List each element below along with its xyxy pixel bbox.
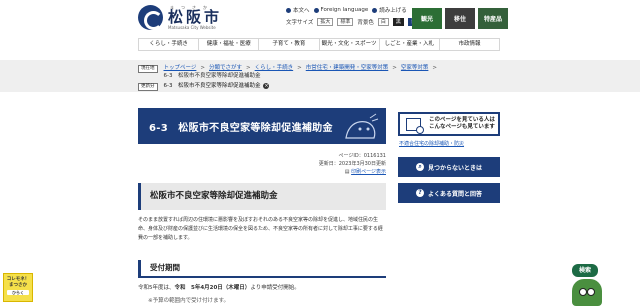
globe-icon [313, 7, 319, 13]
gnav-city-info[interactable]: 市政情報 [440, 39, 501, 50]
foreign-language-link[interactable]: Foreign language [313, 7, 368, 13]
mascot-icon [572, 279, 602, 306]
gnav-childcare[interactable]: 子育て・教育 [259, 39, 320, 50]
related-pages-box[interactable]: このページを見ている人は こんなページも見ています [398, 112, 500, 136]
print-link[interactable]: 印刷ページ表示 [351, 169, 386, 175]
magnifier-page-icon [406, 117, 424, 134]
breadcrumb-vacant-house[interactable]: 空家等対策 [401, 64, 429, 72]
breadcrumb-current: 6-3 松阪市不良空家等除却促進補助金 [163, 73, 261, 79]
bg-color-label: 背景色 [357, 20, 374, 26]
breadcrumb-top[interactable]: トップページ [164, 64, 197, 72]
history-tag: 更新分 [138, 83, 158, 91]
search-icon: ⌕ [416, 163, 424, 171]
period-note: ※予算の範囲内で受け付けます。 [148, 298, 230, 304]
font-size-label: 文字サイズ [286, 20, 314, 26]
period-text: 令和5年度は、令和 5年4月20日（木曜日）より申請受付開始。 [138, 285, 300, 291]
city-emblem-icon [138, 5, 163, 30]
photo-nav: 観光 移住 特産品 [412, 8, 508, 29]
breadcrumb-separator: > [297, 65, 302, 71]
photo-nav-products[interactable]: 特産品 [478, 8, 508, 29]
photo-nav-tourism[interactable]: 観光 [412, 8, 442, 29]
arrow-icon [286, 7, 291, 13]
bg-black-button[interactable]: 黒 [392, 18, 404, 26]
updated-date: 更新日：2023年3月30日更新 [318, 161, 386, 167]
bg-white-button[interactable]: 白 [377, 18, 389, 26]
font-enlarge-button[interactable]: 拡大 [317, 18, 334, 26]
history-page[interactable]: 6-3 松阪市不良空家等除却促進補助金 [164, 82, 261, 90]
gnav-living[interactable]: くらし・手続き [138, 39, 200, 50]
period-heading: 受付期間 [138, 260, 386, 278]
breadcrumb-separator: > [432, 65, 437, 71]
breadcrumb-separator: > [200, 65, 205, 71]
coremone-badge[interactable]: コレモネ！ まつさか ひらく [3, 273, 33, 302]
font-standard-button[interactable]: 標準 [337, 18, 354, 26]
section-title-text: 松阪市不良空家等除却促進補助金 [150, 191, 278, 201]
gnav-tourism[interactable]: 観光・文化・スポーツ [320, 39, 380, 50]
section-heading: 松阪市不良空家等除却促進補助金 [138, 183, 386, 210]
page-id: ページID：0116131 [338, 153, 387, 159]
breadcrumb: 現在地 トップページ > 分類でさがす > くらし・手続き > 市営住宅・建築開… [0, 60, 640, 92]
mascot-illustration-icon [345, 113, 379, 139]
logo-name: 松阪市 [168, 7, 223, 26]
breadcrumb-separator: > [392, 65, 397, 71]
close-icon[interactable]: × [263, 83, 270, 89]
logo-english: Matsusaka City Website [168, 24, 216, 30]
printer-icon: ▤ [344, 169, 350, 175]
site-header: まつさか 松阪市 Matsusaka City Website 本文へ Fore… [0, 0, 640, 36]
search-mascot-button[interactable]: 検索 [568, 264, 608, 306]
page-title: 6-3 松阪市不良空家等除却促進補助金 [149, 122, 333, 134]
period-date: 令和 5年4月20日（木曜日） [174, 285, 251, 291]
page-meta: ページID：0116131 更新日：2023年3月30日更新 ▤ 印刷ページ表示 [300, 152, 386, 176]
breadcrumb-living[interactable]: くらし・手続き [255, 64, 294, 72]
search-bubble: 検索 [572, 264, 598, 277]
breadcrumb-category[interactable]: 分類でさがす [209, 64, 242, 72]
related-link[interactable]: 不適合住宅の除却補助・防災 [399, 140, 464, 147]
faq-button[interactable]: ? よくある質問と回答 [398, 183, 500, 203]
read-aloud-link[interactable]: 読み上げる [372, 6, 407, 14]
utility-bar: 本文へ Foreign language 読み上げる 文字サイズ 拡大 標準 背… [286, 5, 419, 27]
text-version-link[interactable]: 本文へ [286, 6, 310, 14]
gnav-health[interactable]: 健康・福祉・医療 [199, 39, 260, 50]
speaker-icon [372, 7, 378, 13]
breadcrumb-separator: > [246, 65, 251, 71]
site-logo[interactable]: まつさか 松阪市 Matsusaka City Website [138, 5, 222, 30]
breadcrumb-housing[interactable]: 市営住宅・建築開発・空家等対策 [306, 64, 389, 72]
intro-paragraph: そのまま放置すれば周辺の住環境に悪影響を及ぼすおそれのある不良空家等の除却を促進… [138, 217, 383, 241]
global-nav: くらし・手続き 健康・福祉・医療 子育て・教育 観光・文化・スポーツ しごと・産… [138, 38, 501, 51]
gnav-work[interactable]: しごと・産業・入札 [380, 39, 440, 50]
photo-nav-migration[interactable]: 移住 [445, 8, 475, 29]
page-title-banner: 6-3 松阪市不良空家等除却促進補助金 [138, 108, 386, 144]
period-heading-text: 受付期間 [138, 260, 386, 276]
current-location-tag: 現在地 [138, 65, 158, 73]
question-icon: ? [416, 189, 424, 197]
not-found-button[interactable]: ⌕ 見つからないときは [398, 157, 500, 177]
